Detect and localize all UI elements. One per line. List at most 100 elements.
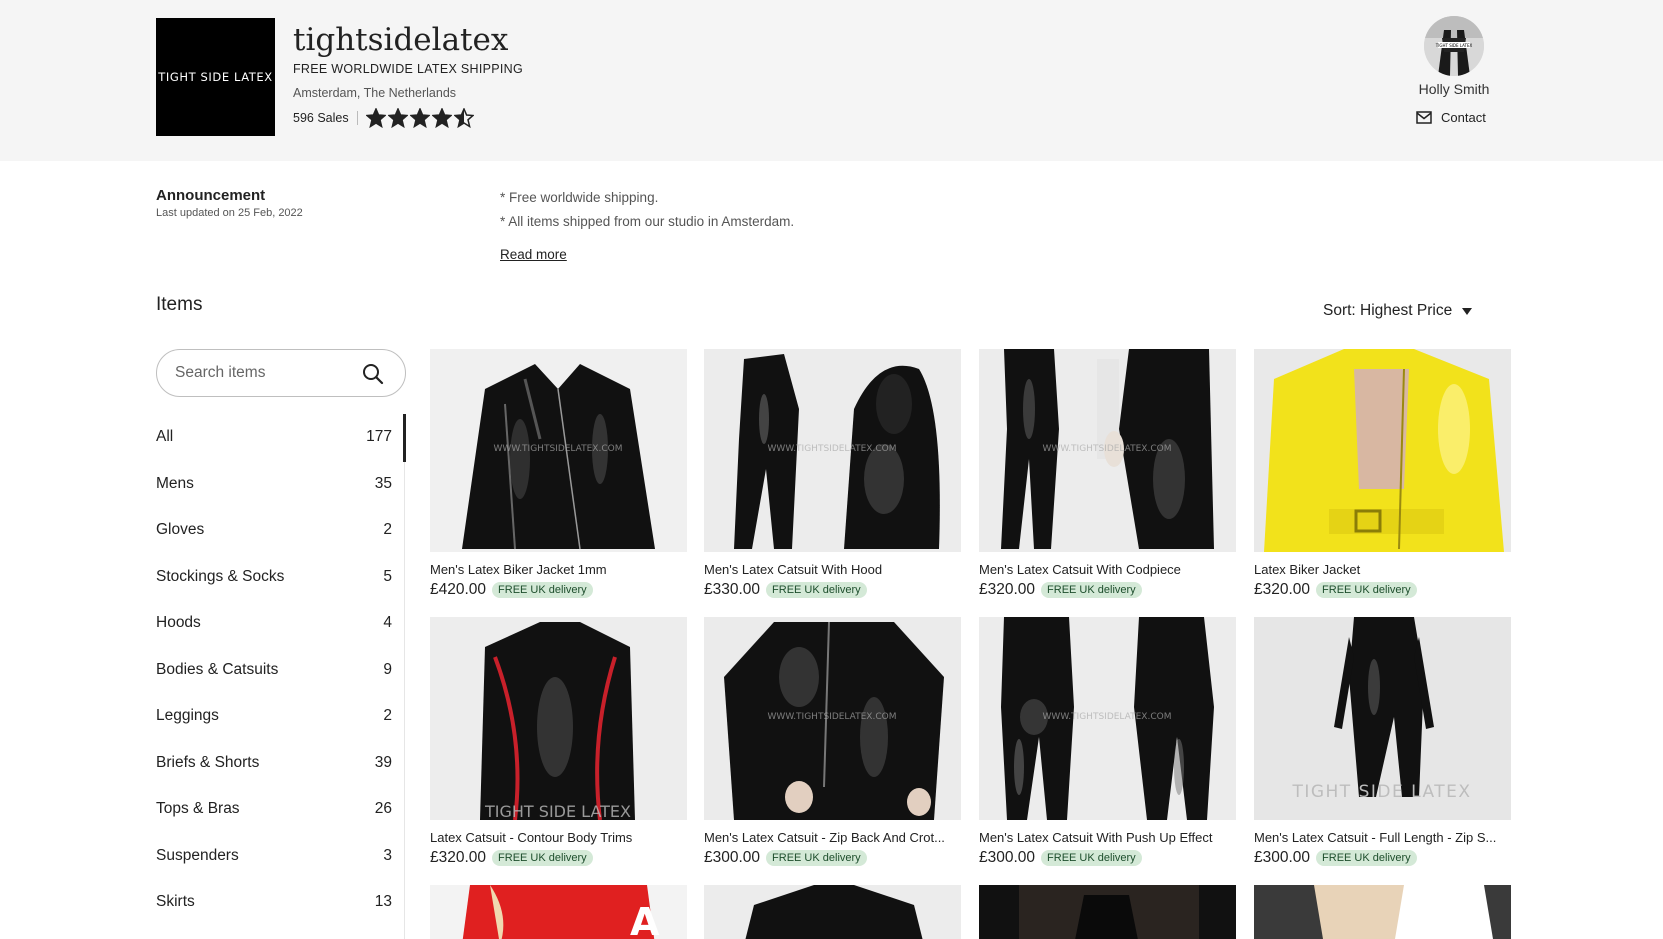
category-count: 2 (383, 521, 392, 539)
product-title[interactable]: Latex Biker Jacket (1254, 562, 1511, 577)
category-count: 3 (383, 846, 392, 864)
category-item[interactable]: Briefs & Shorts 39 (156, 740, 392, 787)
delivery-badge: FREE UK delivery (1316, 582, 1417, 598)
price-row: £320.00 FREE UK delivery (979, 581, 1236, 599)
category-item[interactable]: Mens 35 (156, 461, 392, 508)
watermark-brand: TIGHT SIDE LATEX (484, 802, 631, 820)
product-title[interactable]: Men's Latex Biker Jacket 1mm (430, 562, 687, 577)
product-card[interactable]: WWW.TIGHTSIDELATEX.COM Men's Latex Catsu… (979, 349, 1236, 599)
product-price: £300.00 (1254, 849, 1311, 866)
product-price: £320.00 (430, 849, 487, 866)
push-up-catsuit-image: WWW.TIGHTSIDELATEX.COM (979, 617, 1236, 820)
category-label: Suspenders (156, 846, 239, 864)
category-label: Leggings (156, 707, 219, 725)
owner-name[interactable]: Holly Smith (1384, 81, 1524, 97)
sort-dropdown[interactable]: Sort: Highest Price (1323, 302, 1473, 320)
category-label: Tops & Bras (156, 800, 240, 818)
product-card[interactable]: WWW.TIGHTSIDELATEX.COM Men's Latex Catsu… (704, 617, 961, 867)
product-image[interactable]: WWW.TIGHTSIDELATEX.COM (979, 617, 1236, 820)
product-card[interactable] (1254, 885, 1511, 939)
product-image[interactable] (1254, 349, 1511, 552)
product-image[interactable]: WWW.TIGHTSIDELATEX.COM (704, 617, 961, 820)
search-box (156, 349, 406, 397)
delivery-badge: FREE UK delivery (492, 582, 593, 598)
delivery-badge: FREE UK delivery (492, 850, 593, 866)
product-price: £330.00 (704, 581, 761, 598)
owner-avatar[interactable]: TIGHT SIDE LATEX (1424, 16, 1484, 76)
announcement-title: Announcement (156, 187, 266, 204)
product-image[interactable]: TIGHT SIDE LATEX (1254, 617, 1511, 820)
product-title[interactable]: Men's Latex Catsuit With Hood (704, 562, 961, 577)
category-label: Stockings & Socks (156, 567, 285, 585)
category-item[interactable]: Bodies & Catsuits 9 (156, 647, 392, 694)
active-category-indicator (403, 414, 406, 462)
sort-label: Sort: Highest Price (1323, 302, 1453, 319)
category-item[interactable]: Stockings & Socks 5 (156, 554, 392, 601)
product-title[interactable]: Latex Catsuit - Contour Body Trims (430, 830, 687, 845)
announcement-line: * Free worldwide shipping. (500, 190, 659, 205)
category-count: 35 (374, 474, 392, 492)
sales-count[interactable]: 596 Sales (293, 111, 349, 125)
product-image[interactable]: WWW.TIGHTSIDELATEX.COM (979, 349, 1236, 552)
category-item[interactable]: Skirts 13 (156, 879, 392, 926)
latex-jacket-image: WWW.TIGHTSIDELATEX.COM (430, 349, 687, 552)
svg-text:TIGHT SIDE LATEX: TIGHT SIDE LATEX (1435, 43, 1473, 48)
product-card[interactable]: WWW.TIGHTSIDELATEX.COM Men's Latex Biker… (430, 349, 687, 599)
category-count: 13 (374, 893, 392, 911)
watermark-text: WWW.TIGHTSIDELATEX.COM (1043, 712, 1172, 722)
product-card[interactable]: TIGHT SIDE LATEX Men's Latex Catsuit - F… (1254, 617, 1511, 867)
product-card[interactable]: WWW.TIGHTSIDELATEX.COM Men's Latex Catsu… (979, 617, 1236, 867)
search-input[interactable] (175, 364, 355, 382)
category-count: 177 (366, 428, 392, 446)
rating-stars[interactable] (365, 108, 474, 128)
category-count: 4 (383, 614, 392, 632)
product-image[interactable]: WWW.TIGHTSIDELATEX.COM (430, 349, 687, 552)
contact-label: Contact (1441, 110, 1486, 125)
search-button[interactable] (361, 362, 385, 386)
category-item[interactable]: Leggings 2 (156, 693, 392, 740)
category-item[interactable]: Hoods 4 (156, 600, 392, 647)
product-card[interactable] (979, 885, 1236, 939)
product-title[interactable]: Men's Latex Catsuit - Full Length - Zip … (1254, 830, 1511, 845)
product-card[interactable]: A (430, 885, 687, 939)
product-card[interactable]: WWW.TIGHTSIDELATEX.COM Men's Latex Catsu… (704, 349, 961, 599)
category-item[interactable]: Gloves 2 (156, 507, 392, 554)
category-label: Bodies & Catsuits (156, 660, 279, 678)
category-item[interactable]: Suspenders 3 (156, 833, 392, 880)
price-row: £300.00 FREE UK delivery (704, 849, 961, 867)
category-label: Skirts (156, 893, 195, 911)
product-image[interactable]: WWW.TIGHTSIDELATEX.COM (704, 349, 961, 552)
price-row: £300.00 FREE UK delivery (1254, 849, 1511, 867)
product-title[interactable]: Men's Latex Catsuit - Zip Back And Crot.… (704, 830, 961, 845)
yellow-jacket-image (1254, 349, 1511, 552)
codpiece-catsuit-image: WWW.TIGHTSIDELATEX.COM (979, 349, 1236, 552)
read-more-link[interactable]: Read more (500, 247, 567, 262)
shop-stats: 596 Sales (293, 108, 474, 128)
shop-logo[interactable]: TIGHT SIDE LATEX (156, 18, 275, 136)
category-label: All (156, 428, 174, 446)
mail-icon (1416, 111, 1432, 124)
shop-logo-text: TIGHT SIDE LATEX (158, 70, 273, 84)
contour-trim-catsuit-image: TIGHT SIDE LATEX (430, 617, 687, 820)
star-full-icon (431, 108, 452, 128)
svg-text:A: A (630, 900, 660, 939)
shop-location: Amsterdam, The Netherlands (293, 86, 457, 100)
announcement-date: Last updated on 25 Feb, 2022 (156, 207, 303, 219)
search-icon (363, 364, 384, 385)
product-card[interactable]: TIGHT SIDE LATEX Latex Catsuit - Contour… (430, 617, 687, 867)
items-heading: Items (156, 294, 203, 315)
dark-catsuit-image (979, 885, 1236, 939)
product-card[interactable] (704, 885, 961, 939)
delivery-badge: FREE UK delivery (1041, 582, 1142, 598)
product-card[interactable]: Latex Biker Jacket £320.00 FREE UK deliv… (1254, 349, 1511, 599)
category-count: 2 (383, 707, 392, 725)
shop-tagline: FREE WORLDWIDE LATEX SHIPPING (293, 62, 524, 76)
category-item[interactable]: All 177 (156, 414, 392, 461)
product-price: £300.00 (979, 849, 1036, 866)
star-full-icon (409, 108, 430, 128)
contact-button[interactable]: Contact (1416, 110, 1486, 125)
product-title[interactable]: Men's Latex Catsuit With Push Up Effect (979, 830, 1236, 845)
product-image[interactable]: TIGHT SIDE LATEX (430, 617, 687, 820)
product-title[interactable]: Men's Latex Catsuit With Codpiece (979, 562, 1236, 577)
category-item[interactable]: Tops & Bras 26 (156, 786, 392, 833)
